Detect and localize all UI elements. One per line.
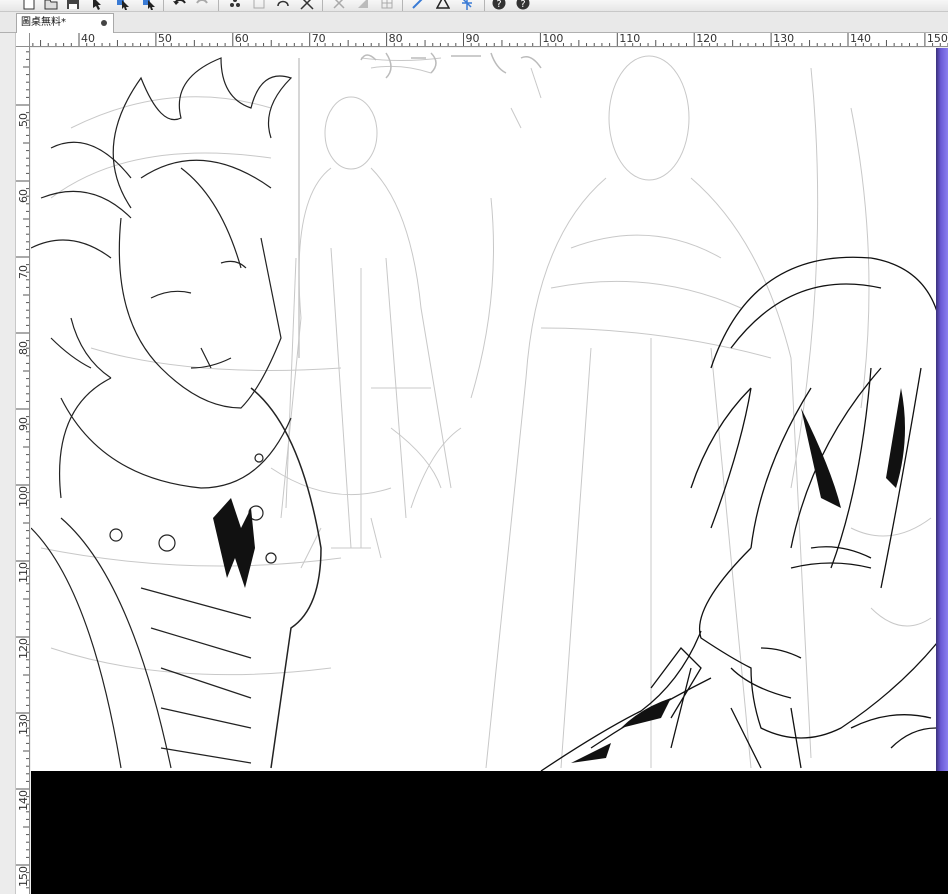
drawing-canvas[interactable] xyxy=(31,48,936,771)
ruler-label: 40 xyxy=(81,33,95,45)
grid-icon[interactable] xyxy=(380,0,394,9)
ruler-label: 80 xyxy=(388,33,403,45)
ruler-label: 150 xyxy=(17,866,30,887)
ruler-label: 60 xyxy=(17,189,30,203)
ruler-label: 110 xyxy=(619,33,641,45)
document-tab-title: 圖桌無料* xyxy=(21,17,66,28)
select-layer-icon[interactable] xyxy=(116,0,130,10)
horizontal-ruler[interactable]: 40 50 60 70 80 90 100 110 120 130 140 150 xyxy=(16,33,948,47)
transform-icon[interactable] xyxy=(228,0,242,9)
crop-icon[interactable] xyxy=(252,0,266,9)
save-icon[interactable] xyxy=(66,0,80,9)
document-tab[interactable]: 圖桌無料* xyxy=(16,13,114,33)
ruler-label: 110 xyxy=(17,562,30,583)
ruler-label: 100 xyxy=(542,33,564,45)
unsaved-indicator-icon xyxy=(101,20,107,26)
ruler-label: 60 xyxy=(234,33,249,45)
clear-icon[interactable] xyxy=(332,0,346,9)
pasteboard-area xyxy=(31,771,948,894)
perspective-icon[interactable] xyxy=(435,0,451,9)
sketch-artwork xyxy=(31,52,936,771)
ruler-label: 90 xyxy=(17,417,30,431)
ruler-icon[interactable] xyxy=(412,0,426,9)
undo-icon[interactable] xyxy=(172,0,186,9)
canvas-edge-accent xyxy=(936,48,948,771)
ruler-label: 90 xyxy=(465,33,480,45)
ruler-label: 120 xyxy=(17,638,30,659)
ruler-label: 150 xyxy=(926,33,948,45)
vertical-ruler[interactable]: 50 60 70 80 90 100 110 120 130 140 150 xyxy=(16,47,30,894)
info-icon[interactable]: ? xyxy=(516,0,530,10)
symmetry-icon[interactable] xyxy=(460,0,474,10)
ruler-label: 120 xyxy=(696,33,718,45)
ruler-label: 100 xyxy=(17,486,30,507)
ruler-label: 130 xyxy=(17,714,30,735)
lasso-icon[interactable] xyxy=(276,0,290,9)
ruler-label: 130 xyxy=(773,33,795,45)
expand-icon[interactable] xyxy=(300,0,314,10)
ruler-corner xyxy=(16,33,30,47)
ruler-label: 70 xyxy=(17,265,30,279)
svg-text:?: ? xyxy=(496,0,501,10)
document-tab-bar: 圖桌無料* xyxy=(0,12,948,33)
ruler-label: 80 xyxy=(17,341,30,355)
svg-text:?: ? xyxy=(520,0,525,10)
ruler-label: 70 xyxy=(311,33,326,45)
select-object-icon[interactable] xyxy=(142,0,156,10)
canvas-area[interactable] xyxy=(31,48,948,894)
fill-icon[interactable] xyxy=(356,0,370,9)
ruler-label: 50 xyxy=(17,113,30,127)
main-toolbar: ? ? xyxy=(0,0,948,12)
ruler-label: 140 xyxy=(17,790,30,811)
new-file-icon[interactable] xyxy=(22,0,36,10)
ruler-label: 50 xyxy=(157,33,172,45)
select-icon[interactable] xyxy=(90,0,104,10)
help-icon[interactable]: ? xyxy=(492,0,506,10)
redo-icon[interactable] xyxy=(196,0,210,9)
ruler-label: 140 xyxy=(850,33,871,45)
open-file-icon[interactable] xyxy=(44,0,58,10)
left-panel-strip xyxy=(0,33,16,894)
